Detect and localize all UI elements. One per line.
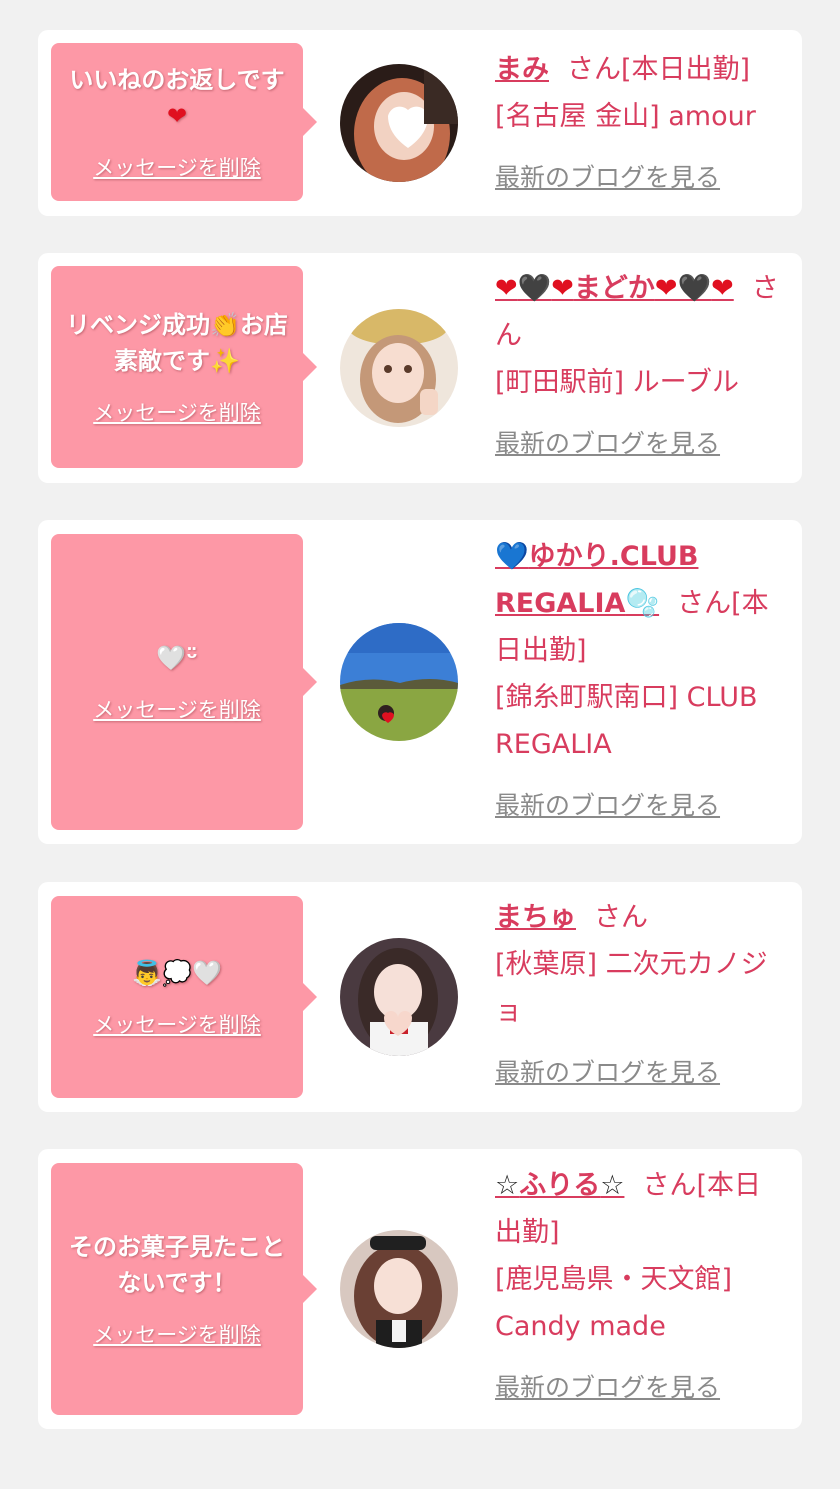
message-bubble: そのお菓子見たことないです！ メッセージを削除 <box>51 1163 317 1415</box>
message-card: リベンジ成功👏お店素敵です✨ メッセージを削除 ❤🖤❤まどか❤🖤❤ さん [町田駅… <box>38 253 802 483</box>
delete-message-link[interactable]: メッセージを削除 <box>93 152 261 182</box>
cast-info: まみ さん[本日出勤] [名古屋 金山] amour 最新のブログを見る <box>495 46 785 201</box>
avatar[interactable] <box>340 938 458 1056</box>
honorific: さん <box>594 902 648 933</box>
face-emoji-icon: ᵕ̈ <box>186 644 198 672</box>
message-text: いいねのお返しです❤ <box>69 66 285 130</box>
status-text: [本日出勤] <box>621 54 751 85</box>
cast-info: まちゅ さん [秋葉原] 二次元カノジョ 最新のブログを見る <box>495 894 785 1096</box>
red-heart-icon: ❤ <box>495 273 518 304</box>
clap-emoji-icon: 👏 <box>210 311 240 339</box>
latest-blog-link[interactable]: 最新のブログを見る <box>495 420 785 467</box>
avatar[interactable] <box>340 64 458 182</box>
message-card: いいねのお返しです❤ メッセージを削除 まみ さん[本日出勤] [名古屋 金山] … <box>38 30 802 216</box>
cast-name-link[interactable]: ☆ふりる☆ <box>495 1170 624 1201</box>
message-text: そのお菓子見たことないです！ <box>69 1233 285 1297</box>
message-bubble: 👼💭🤍 メッセージを削除 <box>51 896 317 1098</box>
message-bubble: いいねのお返しです❤ メッセージを削除 <box>51 43 317 201</box>
red-heart-icon: ❤ <box>654 273 678 304</box>
angel-thought-heart-icons: 👼💭🤍 <box>132 959 222 987</box>
latest-blog-link[interactable]: 最新のブログを見る <box>495 782 785 829</box>
honorific: さん <box>642 1170 697 1201</box>
message-bubble: リベンジ成功👏お店素敵です✨ メッセージを削除 <box>51 266 317 468</box>
star-icon: ☆ <box>600 1170 625 1201</box>
red-heart-icon: ❤ <box>711 273 734 304</box>
message-text: リベンジ成功👏お店素敵です✨ <box>66 311 288 375</box>
shop-text: [鹿児島県・天文館] Candy made <box>495 1264 733 1342</box>
latest-blog-link[interactable]: 最新のブログを見る <box>495 1049 785 1096</box>
black-heart-icon: 🖤 <box>677 273 712 304</box>
avatar[interactable] <box>340 309 458 427</box>
blue-heart-icon: 💙 <box>495 541 529 572</box>
shop-text: [名古屋 金山] amour <box>495 101 756 132</box>
delete-message-link[interactable]: メッセージを削除 <box>93 1319 261 1349</box>
heart-emoji-icon: ❤ <box>166 102 188 130</box>
delete-message-link[interactable]: メッセージを削除 <box>93 694 261 724</box>
avatar[interactable] <box>340 1230 458 1348</box>
cast-name-link[interactable]: ❤🖤❤まどか❤🖤❤ <box>495 273 734 304</box>
shop-text: [錦糸町駅南口] CLUB REGALIA <box>495 682 758 760</box>
latest-blog-link[interactable]: 最新のブログを見る <box>495 154 785 201</box>
avatar[interactable] <box>340 623 458 741</box>
delete-message-link[interactable]: メッセージを削除 <box>93 397 261 427</box>
honorific: さん <box>677 588 732 619</box>
honorific: さん <box>567 54 621 85</box>
shop-text: [秋葉原] 二次元カノジョ <box>495 949 768 1027</box>
white-heart-icon: 🤍 <box>156 644 187 672</box>
shop-text: [町田駅前] ルーブル <box>495 367 740 398</box>
red-heart-icon: ❤ <box>551 273 574 304</box>
cast-info: ❤🖤❤まどか❤🖤❤ さん [町田駅前] ルーブル 最新のブログを見る <box>495 265 785 467</box>
message-bubble: 🤍ᵕ̈ メッセージを削除 <box>51 534 317 830</box>
cast-name-link[interactable]: まみ <box>495 54 549 85</box>
delete-message-link[interactable]: メッセージを削除 <box>93 1009 261 1039</box>
cast-info: 💙ゆかり.CLUB REGALIA🫧 さん[本日出勤] [錦糸町駅南口] CLUB… <box>495 533 785 829</box>
message-card: 👼💭🤍 メッセージを削除 まちゅ さん [秋葉原] 二次元カノジョ 最新のブログを… <box>38 882 802 1112</box>
black-heart-icon: 🖤 <box>517 273 552 304</box>
message-text: 🤍ᵕ̈ <box>156 640 198 676</box>
bubbles-icon: 🫧 <box>625 588 660 619</box>
cast-info: ☆ふりる☆ さん[本日出勤] [鹿児島県・天文館] Candy made 最新のブ… <box>495 1162 785 1411</box>
star-icon: ☆ <box>495 1170 520 1201</box>
message-card: そのお菓子見たことないです！ メッセージを削除 ☆ふりる☆ さん[本日出勤] [鹿… <box>38 1149 802 1429</box>
message-text: 👼💭🤍 <box>132 955 222 991</box>
latest-blog-link[interactable]: 最新のブログを見る <box>495 1364 785 1411</box>
cast-name-link[interactable]: まちゅ <box>495 902 576 933</box>
message-card: 🤍ᵕ̈ メッセージを削除 💙ゆかり.CLUB REGALIA🫧 さん[本日出勤] … <box>38 520 802 844</box>
sparkle-emoji-icon: ✨ <box>210 347 240 375</box>
